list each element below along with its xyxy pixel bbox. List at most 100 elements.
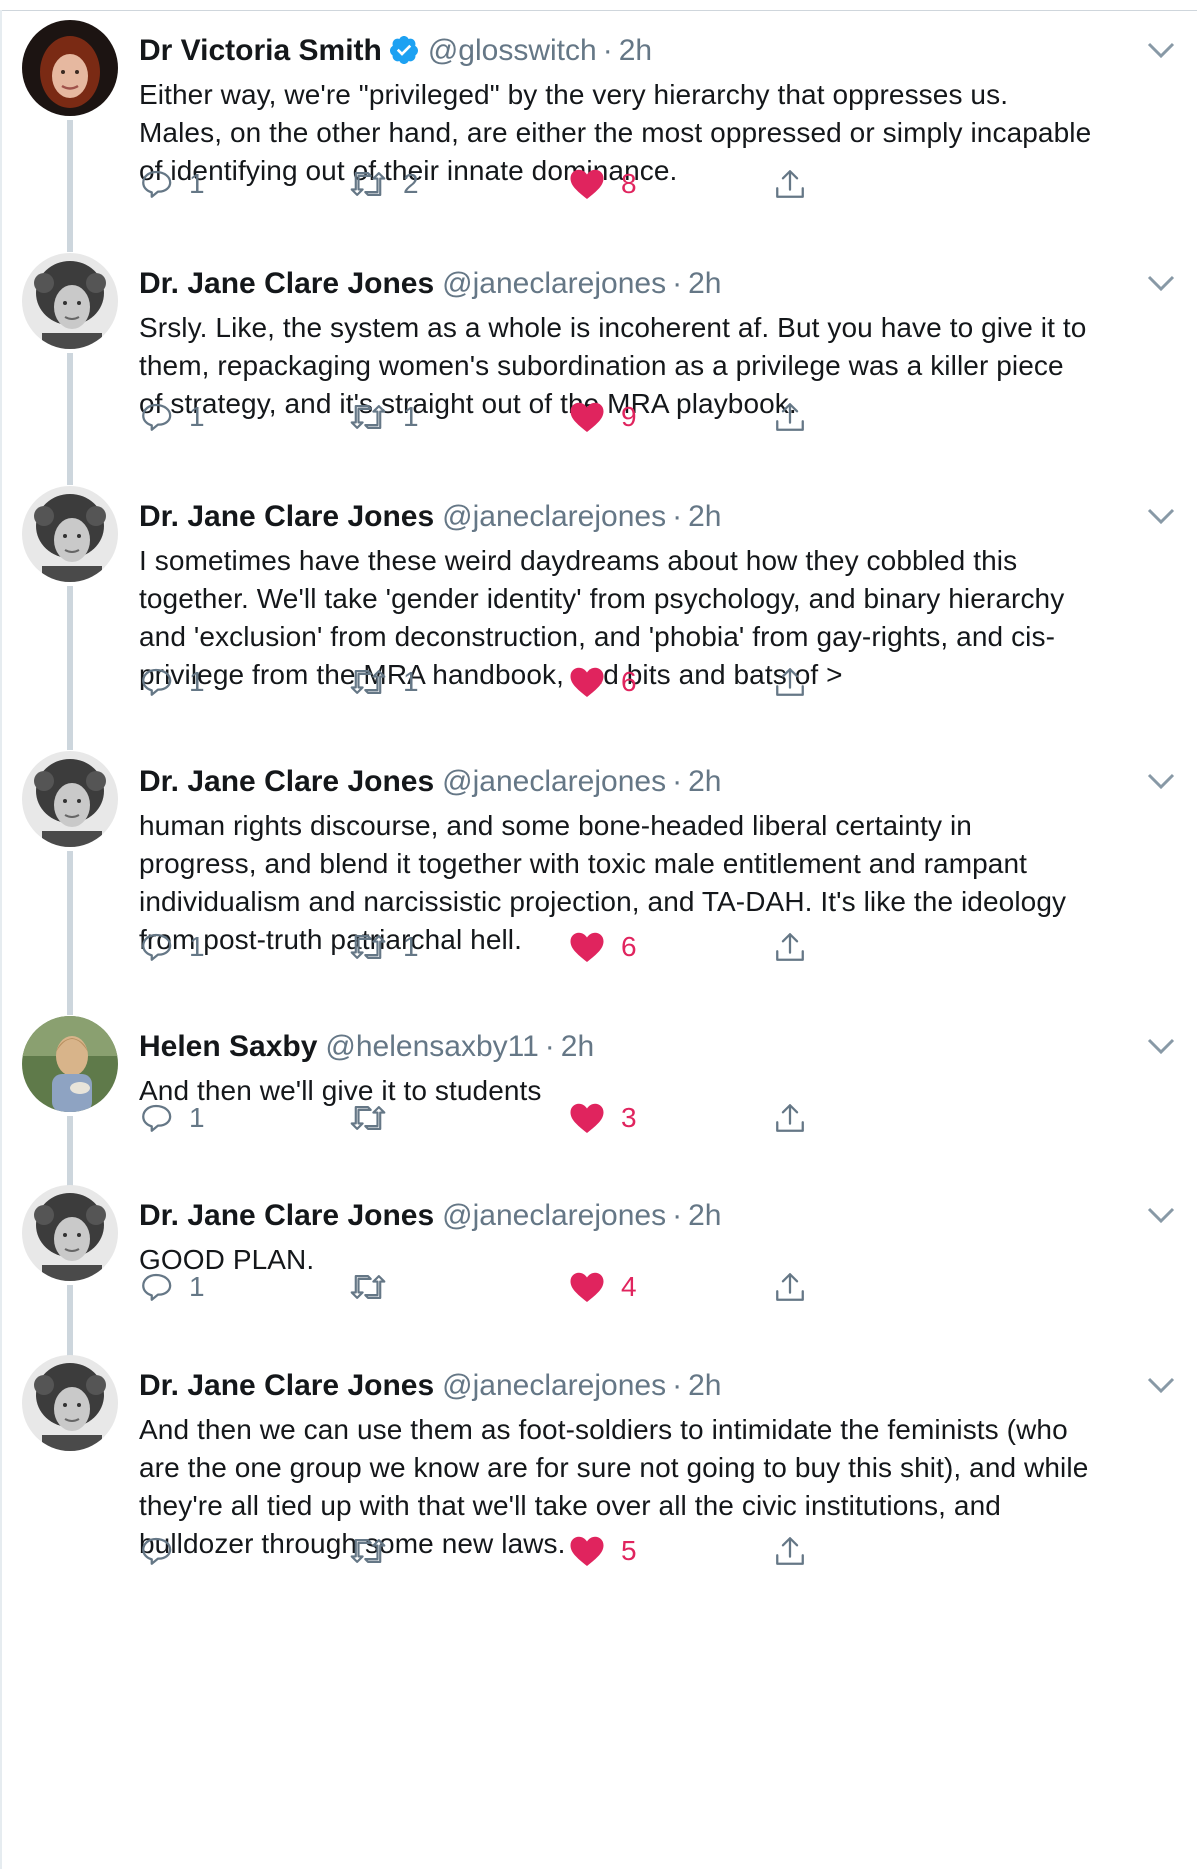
avatar[interactable] [22, 1355, 118, 1451]
handle[interactable]: @janeclarejones [442, 500, 666, 533]
action-bar: 1 1 6 [139, 662, 839, 702]
share-button[interactable] [773, 397, 807, 437]
retweet-button[interactable]: 1 [349, 927, 419, 967]
handle[interactable]: @glosswitch [428, 34, 597, 67]
reply-count: 1 [189, 1271, 205, 1302]
share-button[interactable] [773, 1531, 807, 1571]
retweet-button[interactable]: 1 [349, 662, 419, 702]
display-name[interactable]: Helen Saxby [139, 1030, 317, 1063]
display-name[interactable]: Dr. Jane Clare Jones [139, 500, 434, 533]
handle[interactable]: @janeclarejones [442, 1369, 666, 1402]
thread-line [67, 120, 73, 252]
handle[interactable]: @helensaxby11 [325, 1030, 538, 1063]
heart-icon [570, 1536, 604, 1566]
like-count: 9 [621, 401, 637, 432]
avatar[interactable] [22, 1016, 118, 1112]
timestamp[interactable]: 2h [688, 1199, 721, 1232]
retweet-button[interactable]: 1 [349, 397, 419, 437]
reply-icon [142, 170, 172, 198]
reply-count: 1 [189, 168, 205, 199]
action-bar: 1 4 [139, 1267, 839, 1307]
reply-button[interactable]: 1 [139, 1267, 205, 1307]
handle[interactable]: @janeclarejones [442, 267, 666, 300]
avatar[interactable] [22, 1185, 118, 1281]
verified-badge-icon [389, 36, 418, 64]
tweet-header: Dr Victoria Smith @glosswitch · 2h [139, 34, 652, 68]
timestamp[interactable]: 2h [688, 765, 721, 798]
reply-button[interactable]: 1 [139, 164, 205, 204]
action-bar: 1 2 8 [139, 164, 839, 204]
display-name[interactable]: Dr. Jane Clare Jones [139, 1369, 434, 1402]
retweet-icon [350, 1106, 386, 1130]
reply-button[interactable]: 1 [139, 397, 205, 437]
thread-line [67, 1116, 73, 1192]
heart-icon [570, 1272, 604, 1302]
retweet-icon [350, 1275, 386, 1299]
like-count: 6 [621, 666, 637, 697]
share-button[interactable] [773, 164, 807, 204]
timestamp[interactable]: 2h [619, 34, 652, 67]
separator: · [672, 500, 683, 533]
timestamp[interactable]: 2h [561, 1030, 594, 1063]
display-name[interactable]: Dr. Jane Clare Jones [139, 267, 434, 300]
thread-line [67, 851, 73, 1015]
avatar[interactable] [22, 20, 118, 116]
reply-count: 1 [189, 401, 205, 432]
handle[interactable]: @janeclarejones [442, 765, 666, 798]
retweet-icon [350, 405, 386, 429]
chevron-down-icon[interactable] [1146, 506, 1176, 526]
like-button[interactable]: 3 [569, 1098, 637, 1138]
like-button[interactable]: 6 [569, 927, 637, 967]
reply-count: 1 [189, 1102, 205, 1133]
chevron-down-icon[interactable] [1146, 1205, 1176, 1225]
avatar[interactable] [22, 751, 118, 847]
display-name[interactable]: Dr. Jane Clare Jones [139, 765, 434, 798]
heart-icon [570, 667, 604, 697]
reply-icon [142, 1104, 172, 1132]
reply-button[interactable]: 1 [139, 927, 205, 967]
display-name[interactable]: Dr. Jane Clare Jones [139, 1199, 434, 1232]
like-button[interactable]: 8 [569, 164, 637, 204]
share-button[interactable] [773, 927, 807, 967]
like-button[interactable]: 5 [569, 1531, 637, 1571]
chevron-down-icon[interactable] [1146, 771, 1176, 791]
timestamp[interactable]: 2h [688, 1369, 721, 1402]
avatar[interactable] [22, 486, 118, 582]
chevron-down-icon[interactable] [1146, 1375, 1176, 1395]
tweet-header: Dr. Jane Clare Jones @janeclarejones · 2h [139, 1369, 721, 1403]
action-bar: 1 1 6 [139, 927, 839, 967]
handle[interactable]: @janeclarejones [442, 1199, 666, 1232]
like-button[interactable]: 6 [569, 662, 637, 702]
reply-count: 1 [189, 931, 205, 962]
retweet-button[interactable]: 2 [349, 164, 419, 204]
like-button[interactable]: 9 [569, 397, 637, 437]
chevron-down-icon[interactable] [1146, 273, 1176, 293]
timestamp[interactable]: 2h [688, 500, 721, 533]
reply-icon [142, 1537, 172, 1565]
retweet-button[interactable] [349, 1098, 403, 1138]
like-button[interactable]: 4 [569, 1267, 637, 1307]
retweet-icon [350, 935, 386, 959]
avatar[interactable] [22, 253, 118, 349]
share-icon [776, 1537, 804, 1565]
reply-icon [142, 403, 172, 431]
share-button[interactable] [773, 1098, 807, 1138]
share-button[interactable] [773, 1267, 807, 1307]
share-button[interactable] [773, 662, 807, 702]
reply-button[interactable] [139, 1531, 189, 1571]
tweet-header: Dr. Jane Clare Jones @janeclarejones · 2h [139, 500, 721, 534]
retweet-button[interactable] [349, 1267, 403, 1307]
retweet-button[interactable] [349, 1531, 403, 1571]
like-count: 3 [621, 1102, 637, 1133]
display-name[interactable]: Dr Victoria Smith [139, 34, 382, 67]
separator: · [672, 1199, 683, 1232]
chevron-down-icon[interactable] [1146, 40, 1176, 60]
like-count: 5 [621, 1535, 637, 1566]
reply-button[interactable]: 1 [139, 662, 205, 702]
timestamp[interactable]: 2h [688, 267, 721, 300]
retweet-count: 1 [403, 401, 419, 432]
chevron-down-icon[interactable] [1146, 1036, 1176, 1056]
thread-line [67, 586, 73, 750]
reply-button[interactable]: 1 [139, 1098, 205, 1138]
top-divider [0, 10, 1197, 11]
